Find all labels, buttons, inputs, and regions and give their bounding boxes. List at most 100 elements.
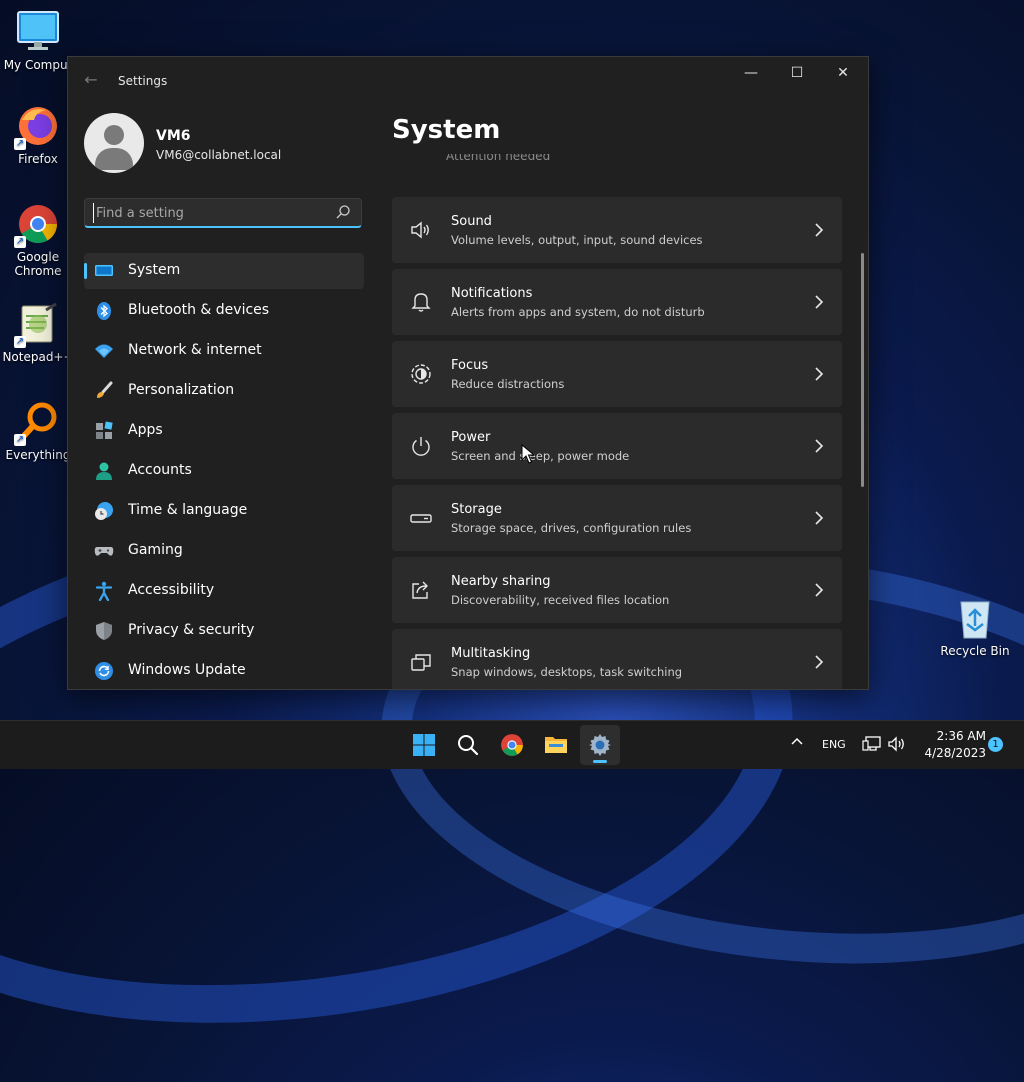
sidebar-item-privacy[interactable]: Privacy & security xyxy=(84,613,364,649)
taskbar-settings-button[interactable] xyxy=(580,725,620,765)
desktop-icon-my-computer[interactable]: My Comput xyxy=(0,10,76,72)
card-title: Multitasking xyxy=(451,646,531,661)
close-button[interactable]: ✕ xyxy=(820,57,866,89)
sidebar-item-personalization[interactable]: Personalization xyxy=(84,373,364,409)
taskbar-search-button[interactable] xyxy=(448,725,488,765)
power-icon xyxy=(412,437,430,456)
user-email: VM6@collabnet.local xyxy=(156,148,282,162)
network-icon[interactable] xyxy=(862,735,882,753)
card-title: Nearby sharing xyxy=(451,574,551,589)
user-profile[interactable]: VM6 VM6@collabnet.local xyxy=(84,113,374,175)
card-subtitle: Snap windows, desktops, task switching xyxy=(451,665,683,679)
sidebar-item-system[interactable]: System xyxy=(84,253,364,289)
card-subtitle: Reduce distractions xyxy=(451,377,565,391)
bell-icon xyxy=(411,293,431,312)
sidebar-item-network[interactable]: Network & internet xyxy=(84,333,364,369)
chevron-right-icon xyxy=(815,655,824,669)
settings-card-sound[interactable]: Sound Volume levels, output, input, soun… xyxy=(392,197,842,263)
sidebar-item-accessibility[interactable]: Accessibility xyxy=(84,573,364,609)
sidebar-item-label: Personalization xyxy=(128,382,235,398)
sidebar-nav: System Bluetooth & devices Network & int… xyxy=(84,253,364,689)
desktop-icon-everything[interactable]: ↗ Everything xyxy=(0,400,76,462)
chrome-icon: ↗ xyxy=(14,202,60,248)
sidebar-item-label: Accounts xyxy=(128,462,192,478)
search-icon xyxy=(458,735,479,756)
avatar[interactable] xyxy=(84,113,144,173)
show-hidden-icons-chevron-up-icon[interactable] xyxy=(788,733,806,751)
card-title: Storage xyxy=(451,502,502,517)
desktop-icon-google-chrome[interactable]: ↗ Google Chrome xyxy=(0,202,76,278)
title-bar[interactable]: ← Settings — ☐ ✕ xyxy=(68,57,868,105)
desktop-icon-notepadpp[interactable]: ↗ Notepad++ xyxy=(0,302,76,364)
shortcut-arrow-icon: ↗ xyxy=(14,336,26,348)
mouse-cursor-icon xyxy=(521,444,535,464)
start-button[interactable] xyxy=(404,725,444,765)
card-subtitle: Storage space, drives, configuration rul… xyxy=(451,521,692,535)
desktop-icon-label: Google Chrome xyxy=(14,250,62,278)
multitask-icon xyxy=(411,654,431,671)
taskbar-chrome-button[interactable] xyxy=(492,725,532,765)
window-title: Settings xyxy=(118,74,168,88)
maximize-button[interactable]: ☐ xyxy=(774,57,820,89)
search-icon[interactable] xyxy=(335,204,351,220)
sidebar-item-label: System xyxy=(128,262,181,278)
taskbar: ENG 2:36 AM 4/28/2023 1 xyxy=(0,720,1024,769)
sidebar-item-label: Privacy & security xyxy=(128,622,255,638)
notepadpp-icon: ↗ xyxy=(14,302,60,348)
system-icon xyxy=(95,265,113,276)
start-icon xyxy=(413,734,435,756)
notification-count-badge[interactable]: 1 xyxy=(988,737,1003,752)
chrome-icon xyxy=(501,734,523,756)
clock-date[interactable]: 4/28/2023 xyxy=(918,746,986,760)
accessibility-icon xyxy=(95,581,113,601)
sidebar-item-label: Accessibility xyxy=(128,582,215,598)
storage-icon xyxy=(410,514,432,523)
search-input[interactable] xyxy=(93,203,332,223)
avatar-head xyxy=(104,125,124,145)
card-title: Focus xyxy=(451,358,489,373)
scrollbar-thumb[interactable] xyxy=(861,253,864,487)
desktop-icon-label: My Comput xyxy=(3,58,73,72)
language-indicator[interactable]: ENG xyxy=(822,738,846,751)
recycle-bin-icon xyxy=(953,596,997,640)
card-subtitle: Discoverability, received files location xyxy=(451,593,670,607)
settings-card-focus[interactable]: Focus Reduce distractions xyxy=(392,341,842,407)
sidebar-item-bluetooth[interactable]: Bluetooth & devices xyxy=(84,293,364,329)
brush-icon xyxy=(97,381,113,398)
sidebar-item-gaming[interactable]: Gaming xyxy=(84,533,364,569)
firefox-icon: ↗ xyxy=(14,104,60,150)
settings-list: Sound Volume levels, output, input, soun… xyxy=(392,197,842,689)
card-title: Power xyxy=(451,430,491,445)
card-subtitle: Screen and sleep, power mode xyxy=(451,449,630,463)
user-name: VM6 xyxy=(156,128,191,144)
avatar-body xyxy=(95,148,133,170)
settings-card-power[interactable]: Power Screen and sleep, power mode xyxy=(392,413,842,479)
settings-window: ← Settings — ☐ ✕ VM6 VM6@collabnet.local… xyxy=(67,56,869,690)
desktop-icon-recycle-bin[interactable]: Recycle Bin xyxy=(937,596,1013,658)
sidebar-item-time-language[interactable]: Time & language xyxy=(84,493,364,529)
chevron-right-icon xyxy=(815,583,824,597)
settings-card-nearby-sharing[interactable]: Nearby sharing Discoverability, received… xyxy=(392,557,842,623)
search-box[interactable] xyxy=(84,198,362,228)
settings-card-multitasking[interactable]: Multitasking Snap windows, desktops, tas… xyxy=(392,629,842,689)
back-arrow-icon[interactable]: ← xyxy=(80,69,102,91)
taskbar-file-explorer-button[interactable] xyxy=(536,725,576,765)
desktop-icon-firefox[interactable]: ↗ Firefox xyxy=(0,104,76,166)
magnifier-icon: ↗ xyxy=(14,400,60,446)
sidebar-item-accounts[interactable]: Accounts xyxy=(84,453,364,489)
page-title: System xyxy=(392,115,501,145)
settings-card-notifications[interactable]: Notifications Alerts from apps and syste… xyxy=(392,269,842,335)
chevron-right-icon xyxy=(815,295,824,309)
volume-icon[interactable] xyxy=(887,735,907,753)
wifi-icon xyxy=(95,344,113,358)
sidebar-item-windows-update[interactable]: Windows Update xyxy=(84,653,364,689)
chevron-right-icon xyxy=(815,439,824,453)
settings-card-storage[interactable]: Storage Storage space, drives, configura… xyxy=(392,485,842,551)
clock-globe-icon xyxy=(95,502,113,520)
clock-time[interactable]: 2:36 AM xyxy=(918,729,986,743)
partial-status-text: Attention needed xyxy=(446,154,551,163)
desktop-icon-label: Recycle Bin xyxy=(940,644,1010,658)
sidebar-item-apps[interactable]: Apps xyxy=(84,413,364,449)
minimize-button[interactable]: — xyxy=(728,57,774,89)
chevron-right-icon xyxy=(815,223,824,237)
